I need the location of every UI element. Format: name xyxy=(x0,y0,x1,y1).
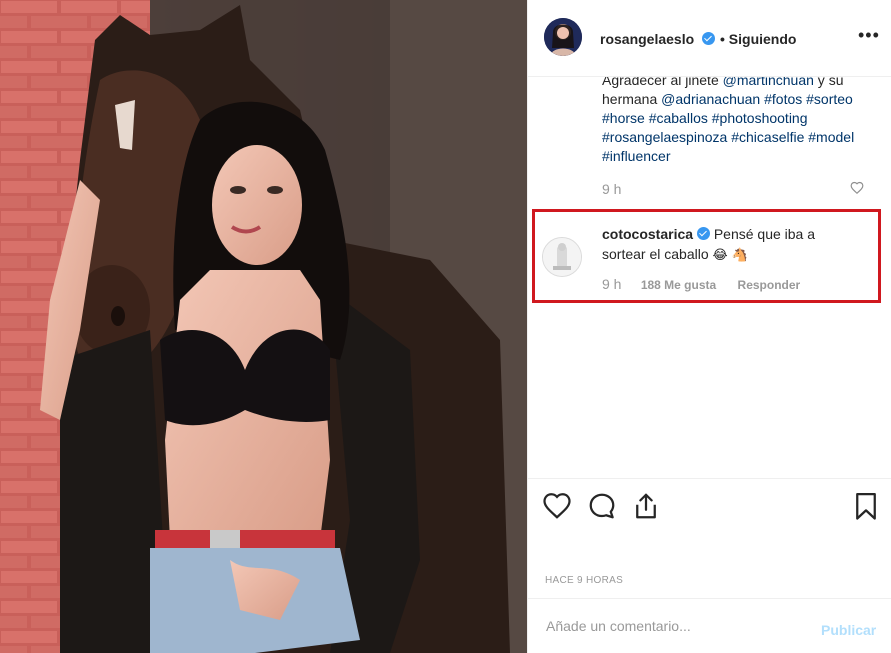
author-username[interactable]: rosangelaeslo xyxy=(600,31,694,47)
post-actions: HACE 9 HORAS xyxy=(528,478,891,598)
bookmark-icon[interactable] xyxy=(851,491,881,521)
caption-text: Agradecer al jinete xyxy=(602,77,719,88)
post-image xyxy=(0,0,527,653)
hashtag-link[interactable]: #fotos xyxy=(764,91,802,107)
follow-status[interactable]: • Siguiendo xyxy=(720,31,796,47)
horse-emoji-icon: 🐴 xyxy=(731,247,748,262)
comment-like-heart-icon[interactable] xyxy=(850,181,864,195)
comment-meta: 9 h 188 Me gusta Responder xyxy=(602,276,800,292)
comment-item: cotocostarica Pensé que iba a sortear el… xyxy=(528,204,891,304)
hashtag-link[interactable]: #influencer xyxy=(602,148,671,164)
heart-icon[interactable] xyxy=(542,491,572,521)
hashtag-link[interactable]: #horse xyxy=(602,110,645,126)
comment-timestamp: 9 h xyxy=(602,276,622,292)
author-avatar[interactable] xyxy=(544,18,582,56)
laughing-emoji-icon: 😂 xyxy=(712,247,728,262)
comment-text-block: cotocostarica Pensé que iba a sortear el… xyxy=(602,224,852,265)
caption-timestamp: 9 h xyxy=(602,181,622,197)
reply-button[interactable]: Responder xyxy=(738,278,801,292)
hashtag-link[interactable]: #caballos xyxy=(649,110,708,126)
verified-badge-icon xyxy=(702,32,715,45)
post-photo[interactable] xyxy=(0,0,527,653)
caption-text: y xyxy=(817,77,825,88)
post-details-panel: rosangelaeslo • Siguiendo ••• Agradecer … xyxy=(527,0,891,653)
post-caption: Agradecer al jinete @martinchuan y su he… xyxy=(602,77,864,166)
avatar-image xyxy=(544,18,582,56)
hashtag-link[interactable]: #sorteo xyxy=(806,91,853,107)
share-icon[interactable] xyxy=(631,491,661,521)
mention-link[interactable]: @adrianachuan xyxy=(661,91,760,107)
comment-input[interactable] xyxy=(544,617,798,635)
verified-badge-icon xyxy=(696,227,710,240)
post-timestamp: HACE 9 HORAS xyxy=(545,575,624,586)
follow-status-label[interactable]: Siguiendo xyxy=(729,31,797,47)
follow-separator: • xyxy=(720,31,725,47)
commenter-avatar-image xyxy=(543,238,581,276)
more-horizontal-icon[interactable]: ••• xyxy=(858,26,880,46)
mention-link[interactable]: @martinchuan xyxy=(723,77,814,88)
publish-button[interactable]: Publicar xyxy=(821,622,876,638)
commenter-username[interactable]: cotocostarica xyxy=(602,226,693,242)
comment-icon[interactable] xyxy=(587,491,617,521)
hashtag-link[interactable]: #rosangelaespinoza xyxy=(602,129,727,145)
post-header: rosangelaeslo • Siguiendo ••• xyxy=(528,0,891,77)
commenter-avatar[interactable] xyxy=(542,237,582,277)
hashtag-link[interactable]: #photoshooting xyxy=(712,110,808,126)
comments-section: Agradecer al jinete @martinchuan y su he… xyxy=(528,77,891,478)
comment-likes-count[interactable]: 188 Me gusta xyxy=(641,278,716,292)
add-comment-bar: Publicar xyxy=(528,598,891,653)
hashtag-link[interactable]: #chicaselfie xyxy=(731,129,804,145)
hashtag-link[interactable]: #model xyxy=(808,129,854,145)
